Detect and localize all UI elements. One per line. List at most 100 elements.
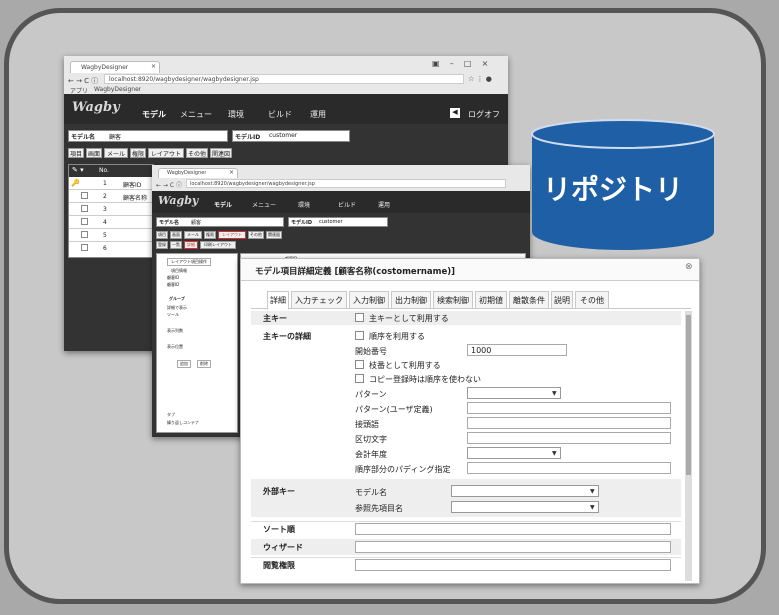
close-icon[interactable]: ⊗ (685, 262, 693, 272)
url-bar[interactable]: localhost:8920/wagbydesigner/wagbydesign… (186, 179, 506, 188)
nav-ops[interactable]: 運用 (310, 109, 326, 120)
pattern-select[interactable]: ▼ (467, 387, 561, 399)
toolbar-icons[interactable]: ☆ ⋮ ● (468, 75, 492, 83)
primary-key-checkbox[interactable] (355, 313, 364, 322)
tab-mail[interactable]: メール (184, 231, 202, 239)
pattern-user-label: パターン(ユーザ定義) (355, 405, 433, 414)
close-icon[interactable]: × (151, 63, 156, 70)
tab-perm[interactable]: 権限 (204, 231, 216, 239)
nav-env[interactable]: 環境 (298, 200, 310, 209)
window-controls[interactable]: ▣ – □ × (432, 59, 488, 68)
nav-ops[interactable]: 運用 (378, 200, 390, 209)
close-icon[interactable]: × (229, 169, 234, 176)
logoff-link[interactable]: ログオフ (468, 109, 500, 120)
copy-label: コピー登録時は順序を使わない (369, 375, 481, 384)
tab-items[interactable]: 項目 (68, 148, 84, 158)
tab-diagram[interactable]: 関連図 (266, 231, 282, 239)
wizard-input[interactable] (355, 541, 671, 553)
separator-input[interactable] (467, 432, 671, 444)
tab-other[interactable]: その他 (248, 231, 264, 239)
tab-mail[interactable]: メール (104, 148, 128, 158)
tab-perm[interactable]: 権限 (130, 148, 146, 158)
tab-layout[interactable]: レイアウト (148, 148, 184, 158)
nav-arrows-icon[interactable]: ← → C ⓘ (156, 180, 182, 189)
nav-menu[interactable]: メニュー (180, 109, 212, 120)
fiscal-select[interactable]: ▼ (467, 447, 561, 459)
table-row[interactable]: 🔑 1 顧客ID (69, 178, 155, 190)
tab-other[interactable]: その他 (575, 291, 609, 309)
table-row[interactable]: 3 (69, 204, 155, 216)
nav-build[interactable]: ビルド (338, 200, 356, 209)
nav-build[interactable]: ビルド (268, 109, 292, 120)
left-item[interactable]: 詳細で表示 (167, 305, 187, 311)
tab-screen[interactable]: 画面 (170, 231, 182, 239)
row-checkbox[interactable] (81, 231, 88, 238)
tab-title: WagbyDesigner (81, 64, 129, 71)
tab-description[interactable]: 説明 (551, 291, 573, 309)
left-item[interactable]: 繰り返しコンテナ (167, 420, 199, 426)
tab-items[interactable]: 項目 (156, 231, 168, 239)
nav-model[interactable]: モデル (142, 109, 166, 120)
row-checkbox[interactable] (81, 244, 88, 251)
nav-arrows-icon[interactable]: ← → C ⓘ (68, 76, 98, 86)
model-name-value[interactable]: 顧客 (191, 219, 201, 226)
browser-tab[interactable]: WagbyDesigner × (70, 61, 160, 73)
tab-screen[interactable]: 画面 (86, 148, 102, 158)
scrollbar-thumb[interactable] (686, 315, 691, 475)
model-id-value[interactable]: customer (319, 219, 343, 225)
url-bar[interactable]: localhost:8920/wagbydesigner/wagbydesign… (104, 74, 464, 84)
left-item: ツール (167, 312, 179, 317)
fiscal-label: 会計年度 (355, 450, 387, 459)
table-row[interactable]: 5 (69, 230, 155, 242)
left-item[interactable]: タブ (167, 412, 175, 418)
model-name-value[interactable]: 顧客 (109, 132, 121, 141)
perm-input[interactable] (355, 559, 671, 571)
pattern-user-input[interactable] (467, 402, 671, 414)
tab-initial-value[interactable]: 初期値 (475, 291, 507, 309)
padding-input[interactable] (467, 462, 671, 474)
prefix-input[interactable] (467, 417, 671, 429)
table-row[interactable]: 4 (69, 217, 155, 229)
tab-detail[interactable]: 詳細 (267, 291, 289, 310)
delete-button[interactable]: 削除 (197, 360, 211, 368)
table-row[interactable]: 6 (69, 243, 155, 255)
subtab-list[interactable]: 一覧 (170, 241, 182, 249)
model-name-box: モデル名 顧客 (156, 217, 284, 227)
subtab-print[interactable]: 印刷レイアウト (200, 241, 236, 249)
dialog-scrollbar[interactable] (685, 311, 692, 581)
nav-menu[interactable]: メニュー (252, 200, 276, 209)
fk-model-select[interactable]: ▼ (451, 485, 599, 497)
items-table: ✎ ▾ No. 🔑 1 顧客ID 2 顧客名称 3 4 5 6 (68, 164, 155, 258)
edit-icon[interactable]: ✎ ▾ (72, 166, 84, 174)
perm-label: 閲覧権限 (263, 561, 295, 570)
subtab-detail[interactable]: 詳細 (184, 241, 198, 249)
add-button[interactable]: 追加 (177, 360, 191, 368)
copy-checkbox[interactable] (355, 374, 364, 383)
nav-env[interactable]: 環境 (228, 109, 244, 120)
bookmark-wagby[interactable]: WagbyDesigner (94, 86, 141, 93)
logoff-icon[interactable]: ◀ (450, 108, 460, 118)
tab-input-check[interactable]: 入力チェック (291, 291, 347, 309)
tab-other[interactable]: その他 (186, 148, 208, 158)
tab-layout[interactable]: レイアウト (218, 231, 246, 239)
branch-checkbox[interactable] (355, 360, 364, 369)
tab-diagram[interactable]: 関連図 (210, 148, 232, 158)
fk-ref-select[interactable]: ▼ (451, 501, 599, 513)
tab-output-control[interactable]: 出力制御 (391, 291, 431, 309)
subtab-register[interactable]: 登録 (156, 241, 168, 249)
nav-model[interactable]: モデル (214, 200, 232, 209)
row-no: 5 (103, 232, 107, 239)
row-checkbox[interactable] (81, 218, 88, 225)
table-row[interactable]: 2 顧客名称 (69, 191, 155, 203)
tab-condition[interactable]: 離散条件 (509, 291, 549, 309)
row-checkbox[interactable] (81, 192, 88, 199)
left-item[interactable]: レイアウト項目操作 (167, 258, 211, 266)
tab-input-control[interactable]: 入力制御 (349, 291, 389, 309)
row-checkbox[interactable] (81, 205, 88, 212)
sequence-checkbox[interactable] (355, 331, 364, 340)
sort-input[interactable] (355, 523, 671, 535)
tab-search-control[interactable]: 検索制御 (433, 291, 473, 309)
start-number-input[interactable]: 1000 (467, 344, 567, 356)
model-id-value[interactable]: customer (269, 132, 297, 139)
browser-tab[interactable]: WagbyDesigner × (158, 168, 238, 178)
